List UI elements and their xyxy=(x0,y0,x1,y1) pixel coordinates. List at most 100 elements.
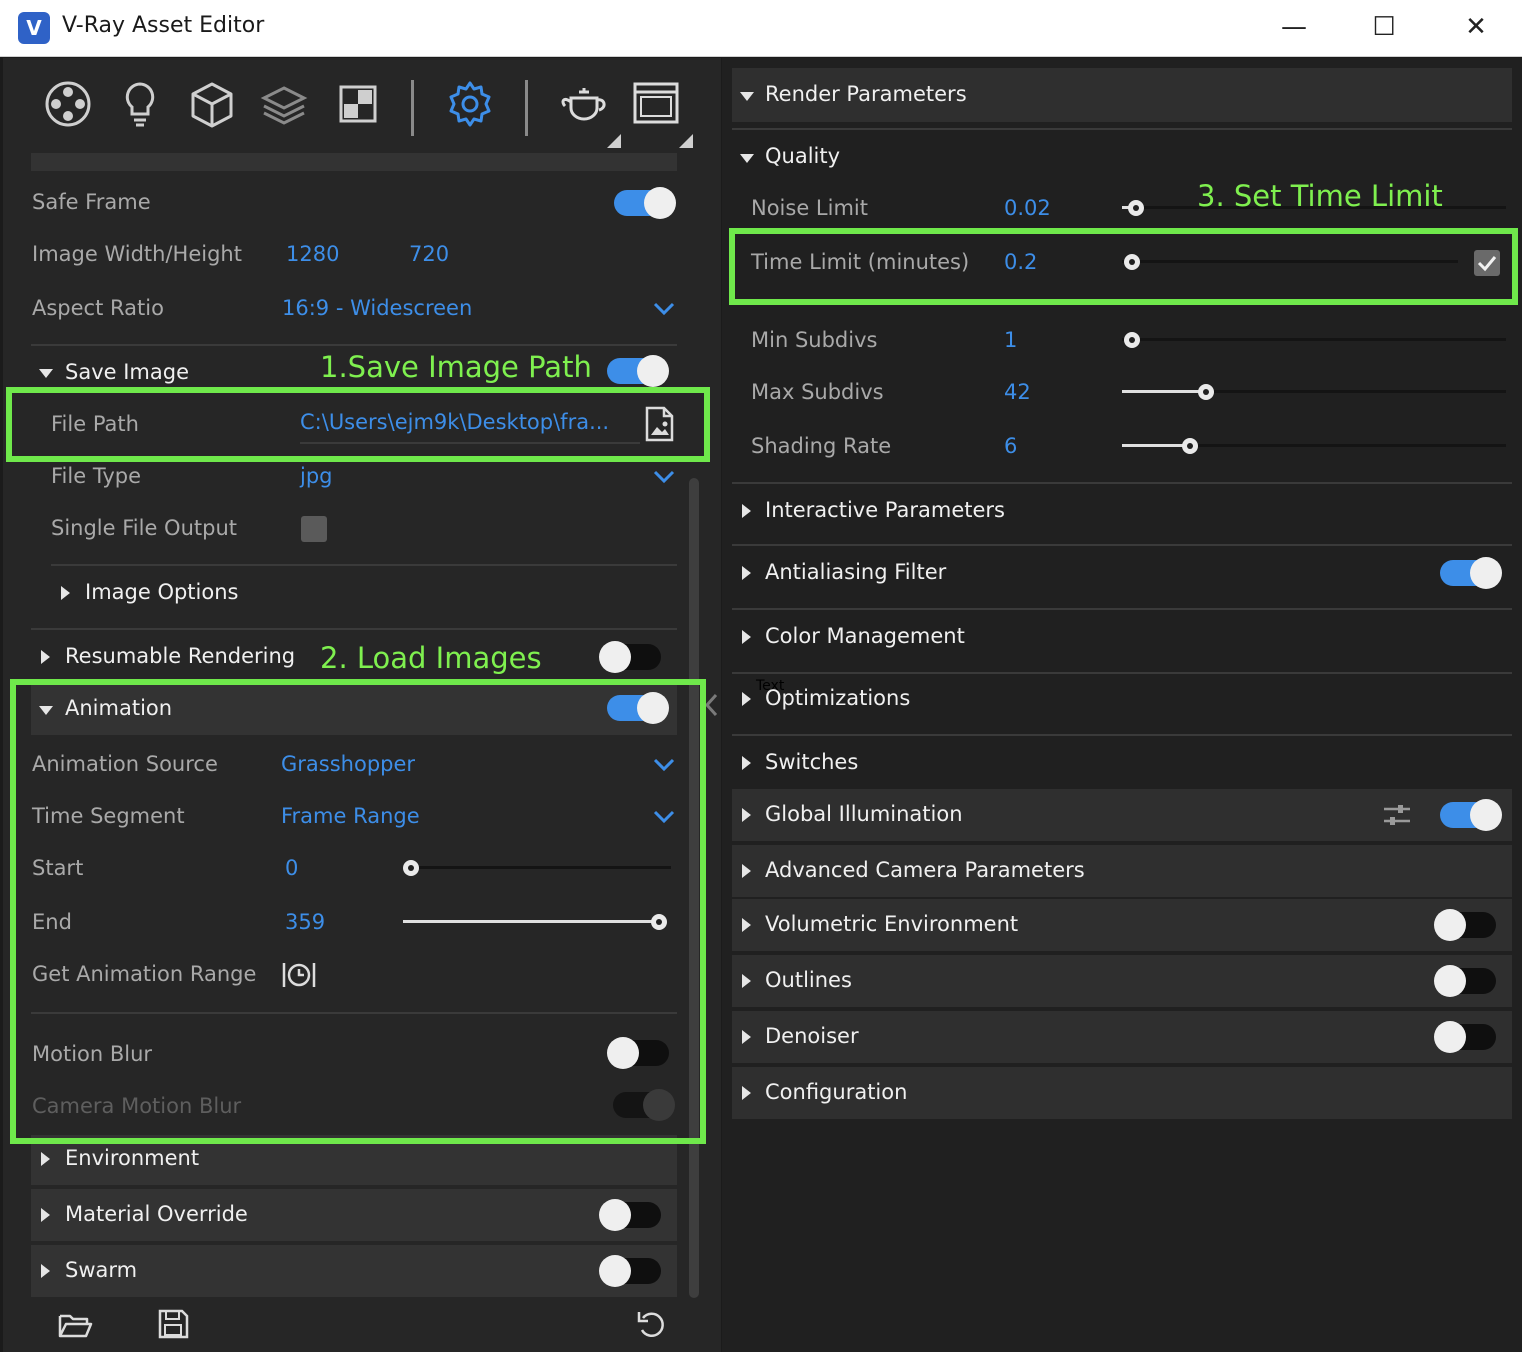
noise-limit-slider-handle[interactable] xyxy=(1128,200,1144,216)
expand-icon[interactable] xyxy=(41,1264,50,1278)
frame-buffer-dropdown-icon[interactable] xyxy=(679,134,693,148)
expand-icon[interactable] xyxy=(742,630,751,644)
shading-rate-slider-handle[interactable] xyxy=(1182,438,1198,454)
expand-icon[interactable] xyxy=(742,756,751,770)
close-button[interactable]: ✕ xyxy=(1436,0,1516,56)
advanced-camera-parameters-header[interactable]: Advanced Camera Parameters xyxy=(765,858,1085,882)
minimize-button[interactable]: — xyxy=(1254,0,1334,56)
toolbar xyxy=(3,58,721,153)
outlines-header[interactable]: Outlines xyxy=(765,968,852,992)
shading-rate-slider-track[interactable] xyxy=(1188,444,1506,447)
expand-icon[interactable] xyxy=(742,1086,751,1100)
denoiser-toggle[interactable] xyxy=(1434,1021,1496,1053)
geometry-icon[interactable] xyxy=(187,78,237,130)
configuration-header[interactable]: Configuration xyxy=(765,1080,907,1104)
image-width-field[interactable]: 1280 xyxy=(286,242,339,266)
lights-icon[interactable] xyxy=(115,78,165,130)
expand-icon[interactable] xyxy=(742,808,751,822)
maximize-button[interactable]: ☐ xyxy=(1344,0,1424,56)
max-subdivs-slider-handle[interactable] xyxy=(1198,384,1214,400)
image-options-header[interactable]: Image Options xyxy=(85,580,238,604)
noise-limit-label: Noise Limit xyxy=(751,196,868,220)
safe-frame-toggle[interactable] xyxy=(614,187,676,219)
shading-rate-field[interactable]: 6 xyxy=(1004,434,1017,458)
frame-buffer-icon[interactable] xyxy=(631,78,681,130)
resumable-rendering-header[interactable]: Resumable Rendering xyxy=(65,644,295,668)
chevron-down-icon[interactable] xyxy=(653,470,675,484)
divider xyxy=(732,734,1512,736)
save-icon[interactable] xyxy=(157,1308,189,1340)
min-subdivs-slider-track[interactable] xyxy=(1122,338,1506,341)
expand-icon[interactable] xyxy=(41,1152,50,1166)
max-subdivs-field[interactable]: 42 xyxy=(1004,380,1031,404)
min-subdivs-slider-handle[interactable] xyxy=(1124,332,1140,348)
resumable-rendering-toggle[interactable] xyxy=(599,641,661,673)
aspect-ratio-select[interactable]: 16:9 - Widescreen xyxy=(282,296,472,320)
render-teapot-icon[interactable] xyxy=(559,78,609,130)
denoiser-header[interactable]: Denoiser xyxy=(765,1024,859,1048)
reset-icon[interactable] xyxy=(635,1308,667,1340)
single-file-output-label: Single File Output xyxy=(51,516,237,540)
layers-icon[interactable] xyxy=(259,78,309,130)
antialiasing-filter-header[interactable]: Antialiasing Filter xyxy=(765,560,946,584)
volumetric-environment-header[interactable]: Volumetric Environment xyxy=(765,912,1018,936)
image-height-field[interactable]: 720 xyxy=(409,242,449,266)
min-subdivs-field[interactable]: 1 xyxy=(1004,328,1017,352)
quality-header[interactable]: Quality xyxy=(765,144,840,168)
swarm-header[interactable]: Swarm xyxy=(65,1258,137,1282)
volumetric-environment-toggle[interactable] xyxy=(1434,909,1496,941)
divider xyxy=(732,482,1512,484)
sliders-settings-icon[interactable] xyxy=(1382,802,1412,828)
chevron-down-icon[interactable] xyxy=(653,302,675,316)
camera-section-tail xyxy=(31,153,677,171)
expand-icon[interactable] xyxy=(61,586,70,600)
save-image-header[interactable]: Save Image xyxy=(65,360,189,384)
expand-icon[interactable] xyxy=(742,974,751,988)
expand-icon[interactable] xyxy=(742,918,751,932)
expand-icon[interactable] xyxy=(742,504,751,518)
open-folder-icon[interactable] xyxy=(57,1310,93,1340)
global-illumination-header[interactable]: Global Illumination xyxy=(765,802,963,826)
noise-limit-field[interactable]: 0.02 xyxy=(1004,196,1051,220)
materials-icon[interactable] xyxy=(43,78,93,130)
switches-header[interactable]: Switches xyxy=(765,750,858,774)
render-parameters-header[interactable]: Render Parameters xyxy=(765,82,967,106)
swarm-toggle[interactable] xyxy=(599,1255,661,1287)
textures-icon[interactable] xyxy=(333,78,383,130)
material-override-toggle[interactable] xyxy=(599,1199,661,1231)
divider xyxy=(732,544,1512,546)
global-illumination-toggle[interactable] xyxy=(1440,799,1502,831)
max-subdivs-slider-track[interactable] xyxy=(1206,390,1506,393)
file-type-select[interactable]: jpg xyxy=(300,464,333,488)
title-bar: V V-Ray Asset Editor — ☐ ✕ xyxy=(0,0,1522,57)
expand-icon[interactable] xyxy=(41,650,50,664)
single-file-output-checkbox[interactable] xyxy=(301,516,327,542)
environment-header[interactable]: Environment xyxy=(65,1146,199,1170)
collapse-icon[interactable] xyxy=(740,92,754,101)
divider xyxy=(31,344,677,346)
expand-icon[interactable] xyxy=(41,1208,50,1222)
expand-icon[interactable] xyxy=(742,864,751,878)
expand-icon[interactable] xyxy=(742,692,751,706)
outlines-toggle[interactable] xyxy=(1434,965,1496,997)
material-override-header[interactable]: Material Override xyxy=(65,1202,248,1226)
interactive-parameters-header[interactable]: Interactive Parameters xyxy=(765,498,1005,522)
shading-rate-slider-fill[interactable] xyxy=(1122,444,1188,447)
color-management-header[interactable]: Color Management xyxy=(765,624,965,648)
bottom-bar xyxy=(3,1300,721,1352)
expand-icon[interactable] xyxy=(742,566,751,580)
collapse-icon[interactable] xyxy=(39,369,53,378)
max-subdivs-slider-fill[interactable] xyxy=(1122,390,1206,393)
optimizations-header[interactable]: Optimizations xyxy=(765,686,910,710)
render-dropdown-icon[interactable] xyxy=(607,134,621,148)
window-title: V-Ray Asset Editor xyxy=(62,13,265,38)
divider xyxy=(732,608,1512,610)
image-size-label: Image Width/Height xyxy=(32,242,242,266)
settings-icon[interactable] xyxy=(445,78,495,130)
expand-icon[interactable] xyxy=(742,1030,751,1044)
collapse-icon[interactable] xyxy=(740,154,754,163)
annotation-box-save-path xyxy=(6,387,710,462)
antialiasing-filter-toggle[interactable] xyxy=(1440,557,1502,589)
vray-logo-icon: V xyxy=(18,12,50,44)
save-image-toggle[interactable] xyxy=(607,355,669,387)
